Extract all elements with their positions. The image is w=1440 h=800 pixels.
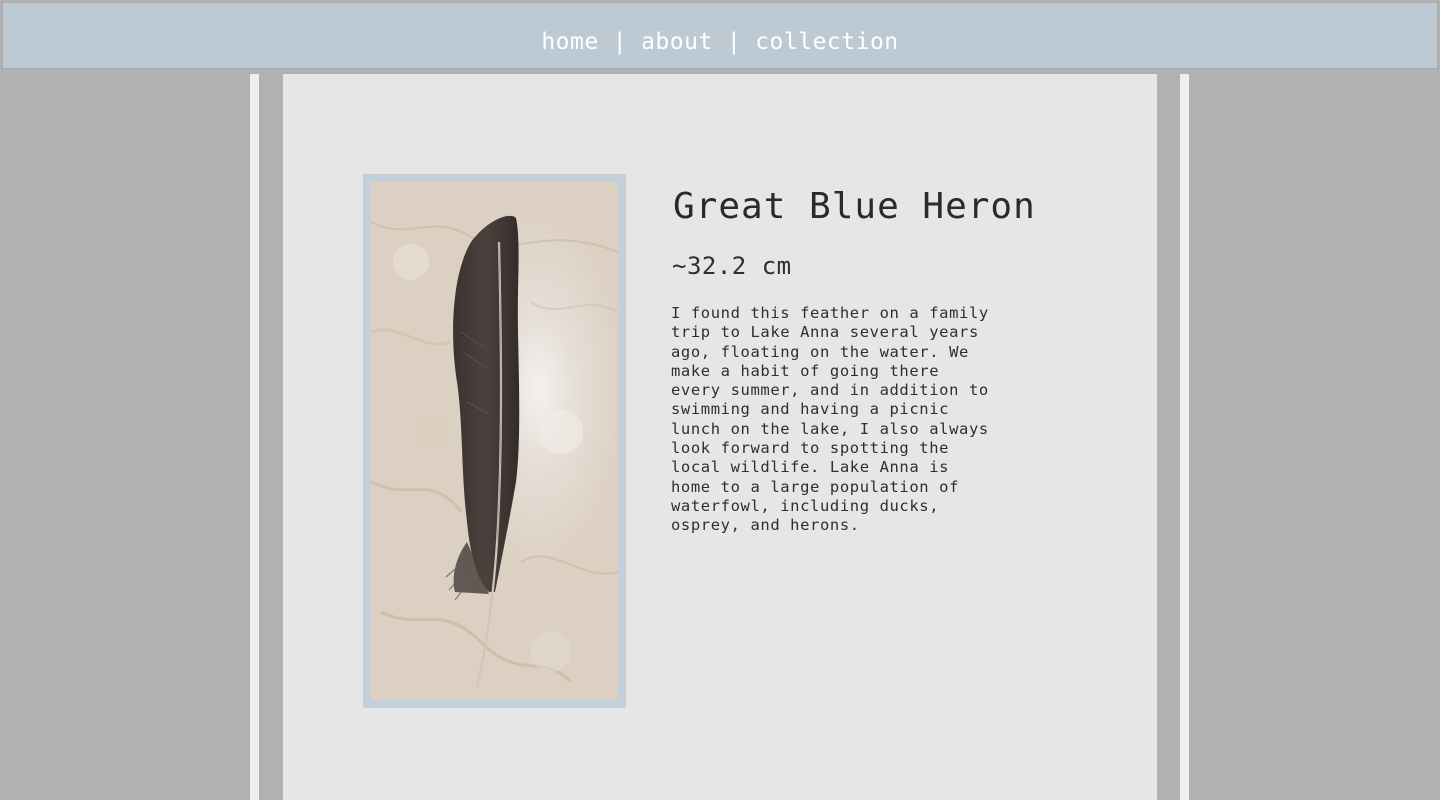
left-rail bbox=[250, 74, 259, 800]
feather-description: I found this feather on a family trip to… bbox=[671, 304, 989, 535]
nav-separator: | bbox=[612, 29, 628, 55]
feather-title: Great Blue Heron bbox=[673, 186, 1036, 227]
right-rail bbox=[1180, 74, 1189, 800]
nav-links: home | about | collection bbox=[541, 29, 898, 55]
nav-home-link[interactable]: home bbox=[541, 29, 598, 55]
content-panel: Great Blue Heron ~32.2 cm I found this f… bbox=[283, 74, 1157, 800]
feather-length: ~32.2 cm bbox=[672, 252, 792, 280]
nav-collection-link[interactable]: collection bbox=[755, 29, 898, 55]
top-nav: home | about | collection bbox=[2, 2, 1438, 69]
nav-about-link[interactable]: about bbox=[641, 29, 713, 55]
photo-frame bbox=[363, 174, 626, 708]
feather-photo bbox=[371, 182, 618, 700]
nav-separator: | bbox=[726, 29, 742, 55]
